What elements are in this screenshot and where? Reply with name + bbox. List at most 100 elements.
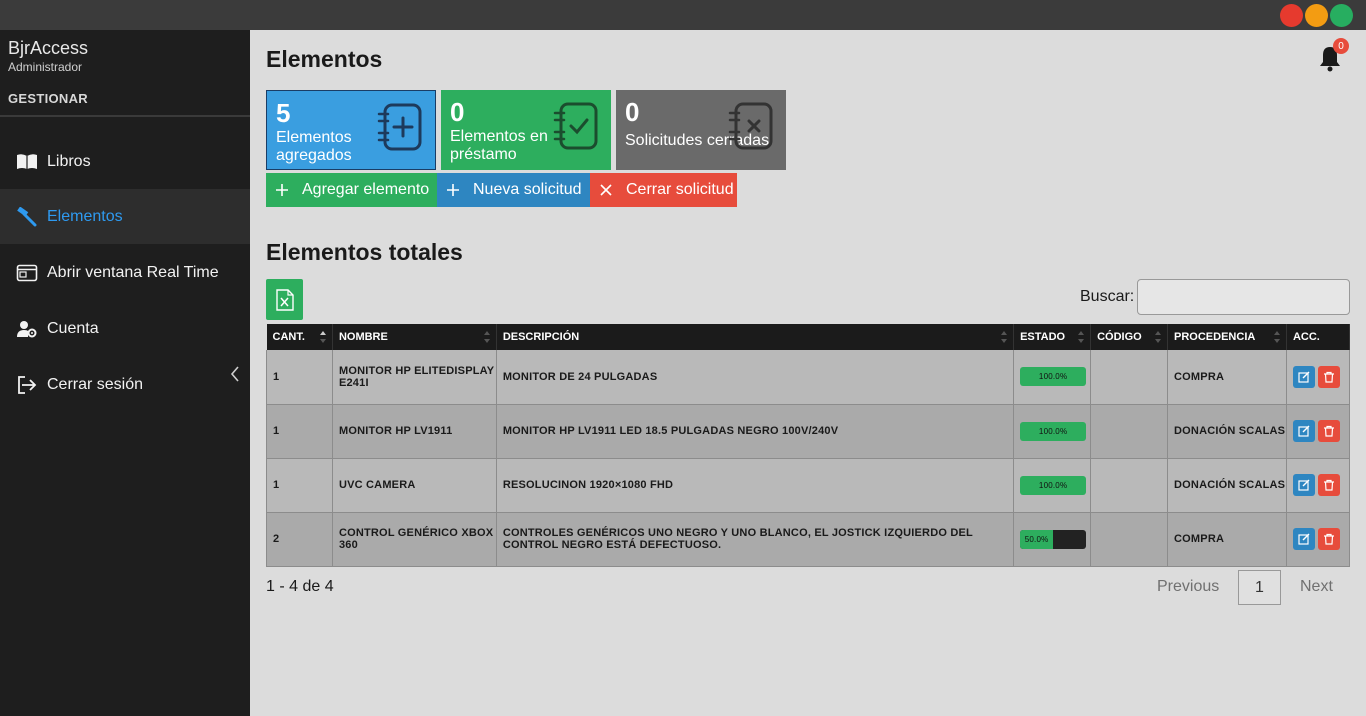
- sidebar-item-label: Abrir ventana Real Time: [47, 263, 219, 281]
- trash-icon: [1323, 479, 1334, 491]
- cell-nombre: CONTROL GENÉRICO XBOX 360: [332, 512, 497, 567]
- col-header-acciones: ACC.: [1286, 324, 1351, 350]
- trash-icon: [1323, 425, 1334, 437]
- progress-label: 100.0%: [1038, 372, 1068, 382]
- cell-codigo: [1090, 350, 1169, 405]
- stat-card-closed[interactable]: 0 Solicitudes cerradas: [616, 90, 786, 170]
- sort-icon: [1273, 331, 1280, 343]
- sort-asc-icon: [319, 331, 326, 343]
- close-request-label: Cerrar solicitud: [626, 181, 734, 198]
- edit-button[interactable]: [1292, 420, 1315, 442]
- col-header-label: CANT.: [272, 331, 305, 343]
- cell-cant: 1: [266, 404, 333, 459]
- sidebar-item-libros[interactable]: Libros: [0, 134, 250, 189]
- cell-descripcion: MONITOR DE 24 PULGADAS: [496, 350, 1015, 405]
- notification-badge: 0: [1333, 38, 1349, 54]
- search-input[interactable]: [1137, 279, 1350, 315]
- progress-label: 50.0%: [1024, 534, 1049, 544]
- logout-icon: [15, 375, 39, 395]
- elements-table: CANT. NOMBRE DESCRIPCIÓN ESTADO CÓDIGO P…: [266, 324, 1351, 567]
- sidebar-item-logout[interactable]: Cerrar sesión: [0, 357, 250, 412]
- window-minimize-button[interactable]: [1305, 4, 1328, 27]
- col-header-procedencia[interactable]: PROCEDENCIA: [1167, 324, 1287, 350]
- stat-card-added[interactable]: 5 Elementos agregados: [266, 90, 436, 170]
- delete-button[interactable]: [1317, 474, 1340, 496]
- col-header-label: ACC.: [1292, 331, 1320, 343]
- pagination-next[interactable]: Next: [1300, 578, 1333, 596]
- sidebar-section-label: GESTIONAR: [8, 91, 88, 106]
- sidebar-item-cuenta[interactable]: Cuenta: [0, 301, 250, 356]
- stat-card-loaned[interactable]: 0 Elementos en préstamo: [441, 90, 611, 170]
- plus-icon: [447, 184, 459, 196]
- col-header-estado[interactable]: ESTADO: [1013, 324, 1092, 350]
- col-header-label: ESTADO: [1020, 331, 1066, 343]
- cell-acciones: [1286, 404, 1351, 459]
- excel-icon: [275, 288, 294, 311]
- add-element-button[interactable]: Agregar elemento: [266, 173, 437, 207]
- edit-icon: [1298, 371, 1310, 383]
- export-excel-button[interactable]: [266, 279, 303, 320]
- close-icon: [600, 184, 612, 196]
- pagination-info: 1 - 4 de 4: [266, 578, 334, 595]
- chevron-left-icon[interactable]: [228, 365, 242, 383]
- pagination-previous[interactable]: Previous: [1157, 578, 1219, 596]
- trash-icon: [1323, 371, 1334, 383]
- table-row: 1 UVC CAMERA RESOLUCINON 1920×1080 FHD 1…: [266, 458, 1351, 513]
- sidebar-item-elementos[interactable]: Elementos: [0, 189, 250, 244]
- new-request-button[interactable]: Nueva solicitud: [437, 173, 590, 207]
- sidebar-item-realtime[interactable]: Abrir ventana Real Time: [0, 245, 250, 300]
- edit-button[interactable]: [1292, 365, 1315, 388]
- page-title: Elementos: [266, 46, 383, 72]
- cell-acciones: [1286, 458, 1351, 513]
- edit-icon: [1298, 533, 1310, 545]
- window-close-button[interactable]: [1280, 4, 1303, 27]
- delete-button[interactable]: [1317, 365, 1340, 388]
- delete-button[interactable]: [1317, 528, 1340, 550]
- progress-label: 100.0%: [1038, 426, 1068, 436]
- cell-estado: 100.0%: [1013, 350, 1092, 405]
- cell-codigo: [1090, 458, 1169, 513]
- cell-nombre: UVC CAMERA: [332, 458, 497, 513]
- cell-codigo: [1090, 512, 1169, 567]
- cell-procedencia: COMPRA: [1167, 350, 1287, 405]
- edit-button[interactable]: [1292, 474, 1315, 496]
- trash-icon: [1323, 533, 1334, 545]
- window-icon: [15, 263, 39, 283]
- window-maximize-button[interactable]: [1330, 4, 1353, 27]
- sidebar-divider: [0, 115, 250, 117]
- search-label: Buscar:: [1080, 288, 1135, 305]
- table-header-row: CANT. NOMBRE DESCRIPCIÓN ESTADO CÓDIGO P…: [266, 324, 1351, 350]
- cell-cant: 2: [266, 512, 333, 567]
- notebook-plus-icon: [377, 103, 422, 151]
- status-progress-bar: 100.0%: [1020, 367, 1087, 387]
- sort-icon: [483, 331, 490, 343]
- cell-estado: 50.0%: [1013, 512, 1092, 567]
- add-element-label: Agregar elemento: [302, 181, 430, 198]
- status-progress-bar: 50.0%: [1020, 529, 1087, 549]
- col-header-cant[interactable]: CANT.: [266, 324, 333, 350]
- col-header-nombre[interactable]: NOMBRE: [332, 324, 497, 350]
- edit-button[interactable]: [1292, 528, 1315, 550]
- cell-estado: 100.0%: [1013, 404, 1092, 459]
- delete-button[interactable]: [1317, 420, 1340, 442]
- close-request-button[interactable]: Cerrar solicitud: [590, 173, 737, 207]
- sidebar-item-label: Cuenta: [47, 319, 99, 337]
- cell-acciones: [1286, 350, 1351, 405]
- table-row: 1 MONITOR HP LV1911 MONITOR HP LV1911 LE…: [266, 404, 1351, 459]
- status-progress-bar: 100.0%: [1020, 475, 1087, 495]
- cell-cant: 1: [266, 350, 333, 405]
- cell-codigo: [1090, 404, 1169, 459]
- notebook-check-icon: [553, 102, 598, 150]
- app-name: BjrAccess: [8, 38, 89, 58]
- sidebar-item-label: Cerrar sesión: [47, 375, 144, 393]
- col-header-label: NOMBRE: [338, 331, 388, 343]
- new-request-label: Nueva solicitud: [473, 181, 582, 198]
- progress-label: 100.0%: [1038, 480, 1068, 490]
- cell-procedencia: DONACIÓN SCALAS: [1167, 458, 1287, 513]
- plus-icon: [276, 184, 288, 196]
- col-header-codigo[interactable]: CÓDIGO: [1090, 324, 1169, 350]
- pagination-page-1[interactable]: 1: [1238, 570, 1281, 605]
- cell-nombre: MONITOR HP ELITEDISPLAY E241I: [332, 350, 497, 405]
- cell-estado: 100.0%: [1013, 458, 1092, 513]
- col-header-descripcion[interactable]: DESCRIPCIÓN: [496, 324, 1015, 350]
